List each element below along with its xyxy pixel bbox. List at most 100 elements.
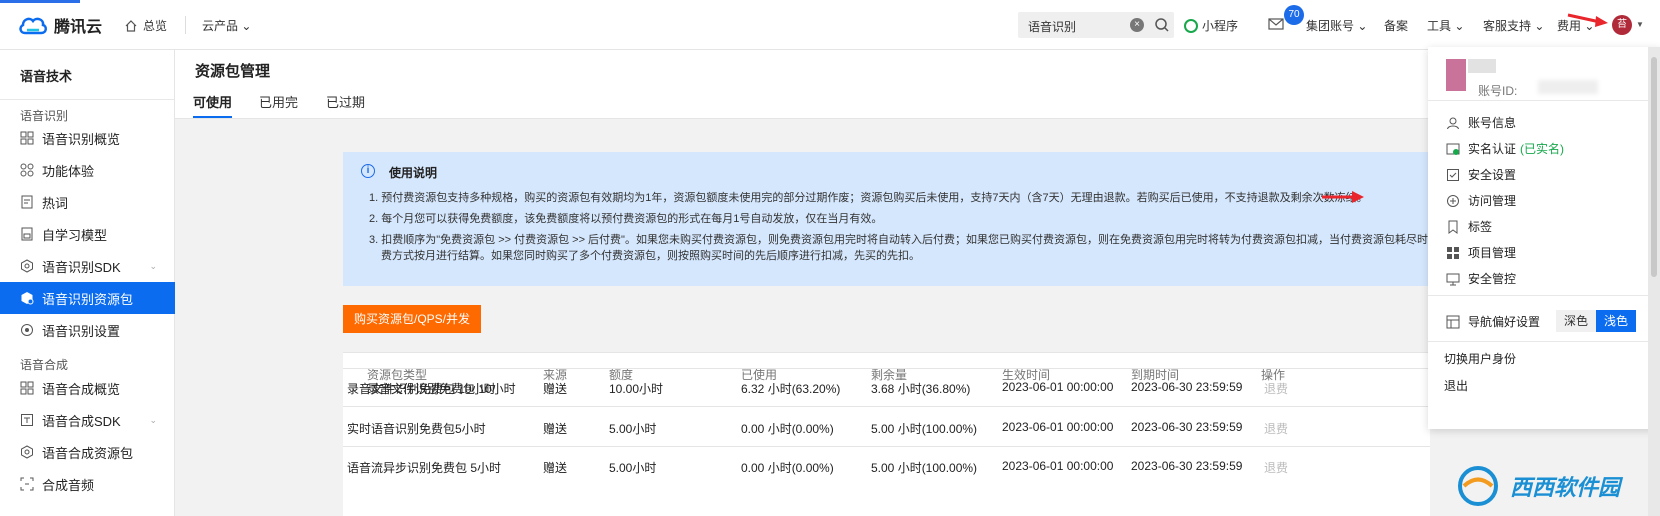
menu-item-access-management[interactable]: 访问管理 [1446,192,1516,209]
clear-icon[interactable]: × [1130,18,1144,32]
sidebar-item-tts-sdk[interactable]: 语音合成SDK ⌄ [0,404,175,436]
mini-program-link[interactable]: 小程序 [1184,17,1238,34]
scrollbar-thumb[interactable] [1651,57,1657,277]
sidebar-item-asr-settings[interactable]: 语音识别设置 [0,314,175,346]
sidebar-group-tts: 语音合成 [20,358,69,372]
table-cell: 2023-06-01 00:00:00 [1002,380,1114,394]
menu-item-label: 实名认证 [1468,142,1517,156]
chevron-down-icon[interactable]: ▼ [1636,20,1644,29]
divider [343,352,1430,353]
table-cell: 赠送 [543,461,568,475]
sidebar-item-asr-packages[interactable]: 语音识别资源包 [0,282,175,314]
menu-item-security[interactable]: 安全设置 [1446,166,1516,183]
brand-name: 腾讯云 [54,19,103,36]
menu-item-label: 安全管控 [1468,272,1517,286]
notice-line: 2. 每个月您可以获得免费额度，该免费额度将以预付费资源包的形式在每月1号自动发… [369,213,883,225]
menu-item-security-control[interactable]: 安全管控 [1446,270,1516,287]
sidebar-item-hotwords[interactable]: 热词 [0,186,175,218]
verified-status: (已实名) [1520,142,1565,156]
table-cell: 赠送 [543,422,568,436]
brand-logo[interactable]: 腾讯云 [18,13,102,37]
menu-item-label: 导航偏好设置 [1468,315,1541,329]
global-search[interactable]: 语音识别 × [1018,12,1174,38]
mail-link[interactable] [1268,17,1284,31]
hexagon-icon [21,259,33,273]
sidebar-item-experience[interactable]: 功能体验 [0,154,175,186]
menu-item-label: 账号信息 [1468,116,1517,130]
audio-icon [20,477,34,491]
sidebar-item-label: 语音合成SDK [42,413,121,429]
sdk-icon [21,414,33,426]
grid-icon [20,131,34,145]
document-icon [21,195,33,209]
info-icon: i [361,164,375,178]
theme-dark-button[interactable]: 深色 [1556,310,1596,332]
refund-link[interactable]: 退费 [1264,420,1288,437]
group-account-menu[interactable]: 集团账号 ⌄ [1306,17,1367,34]
divider [343,368,1430,369]
red-arrow-icon [1567,13,1608,27]
table-cell: 2023-06-30 23:59:59 [1131,380,1243,394]
table-cell: 实时语音识别免费包5小时 [347,422,486,436]
sidebar-item-label: 合成音频 [42,477,95,493]
table-cell: 3.68 小时(36.80%) [871,382,971,396]
refund-link[interactable]: 退费 [1264,459,1288,476]
logout-link[interactable]: 退出 [1444,377,1468,394]
menu-item-label: 安全设置 [1468,168,1517,182]
sidebar-item-label: 功能体验 [42,163,95,179]
menu-item-account-info[interactable]: 账号信息 [1446,114,1516,131]
tab-used-up[interactable]: 已用完 [259,92,298,118]
products-menu[interactable]: 云产品 ⌄ [202,17,251,34]
table-cell: 2023-06-30 23:59:59 [1131,420,1243,434]
apps-icon [20,163,34,177]
watermark-icon [1458,466,1498,506]
account-id-redacted [1538,80,1598,94]
sidebar-item-asr-sdk[interactable]: 语音识别SDK ⌄ [0,250,175,282]
home-link[interactable]: 总览 [124,17,167,34]
table-cell: 0.00 小时(0.00%) [741,461,834,475]
menu-item-verification[interactable]: 实名认证 (已实名) [1446,140,1564,157]
id-card-icon [1446,143,1460,155]
sidebar-item-custom-model[interactable]: 自学习模型 [0,218,175,250]
menu-item-projects[interactable]: 项目管理 [1446,244,1516,261]
divider [1428,341,1660,342]
tab-expired[interactable]: 已过期 [326,92,365,118]
account-avatar [1446,59,1466,91]
sidebar: 语音技术 语音识别 语音识别概览 功能体验 热词 自学习模型 语音识别SDK ⌄… [0,50,175,516]
support-menu[interactable]: 客服支持 ⌄ [1483,17,1544,34]
sidebar-item-label: 语音合成资源包 [42,445,134,461]
notice-line: 费方式按月进行结算。如果您同时购买了多个付费资源包，则按照购买时间的先后顺序进行… [381,250,920,262]
theme-light-button[interactable]: 浅色 [1596,310,1636,332]
table-cell: 语音流异步识别免费包 5小时 [347,461,502,475]
home-label: 总览 [143,19,168,33]
divider [1428,295,1660,296]
package-icon [21,292,34,305]
sidebar-item-tts-overview[interactable]: 语音合成概览 [0,372,175,404]
cloud-logo-icon [19,17,47,35]
refund-link[interactable]: 退费 [1264,380,1288,397]
bookmark-icon [1448,220,1458,234]
menu-item-label: 项目管理 [1468,246,1517,260]
table-cell: 5.00 小时(100.00%) [871,461,978,475]
projects-icon [1447,246,1459,259]
account-name-redacted [1468,59,1496,73]
buy-package-button[interactable]: 购买资源包/QPS/并发 [343,305,481,333]
user-avatar[interactable]: 苔 [1612,15,1632,35]
record-link[interactable]: 备案 [1384,17,1408,34]
menu-item-tags[interactable]: 标签 [1446,218,1492,235]
mail-icon [1268,18,1284,30]
switch-identity-link[interactable]: 切换用户身份 [1444,350,1516,367]
settings-icon [21,324,33,336]
sidebar-item-asr-overview[interactable]: 语音识别概览 [0,122,175,154]
scrollbar[interactable] [1648,47,1660,516]
table-cell: 6.32 小时(63.20%) [741,382,841,396]
search-icon[interactable] [1154,17,1170,33]
search-input[interactable]: 语音识别 [1028,18,1076,35]
tab-available[interactable]: 可使用 [193,92,233,118]
tools-menu[interactable]: 工具 ⌄ [1427,17,1464,34]
sidebar-item-tts-packages[interactable]: 语音合成资源包 [0,436,175,468]
divider [0,99,175,100]
sidebar-item-tts-audio[interactable]: 合成音频 [0,468,175,500]
loading-progress-bar [0,0,80,3]
table-cell: 录音文件识别免费包 10小时 [347,382,496,396]
